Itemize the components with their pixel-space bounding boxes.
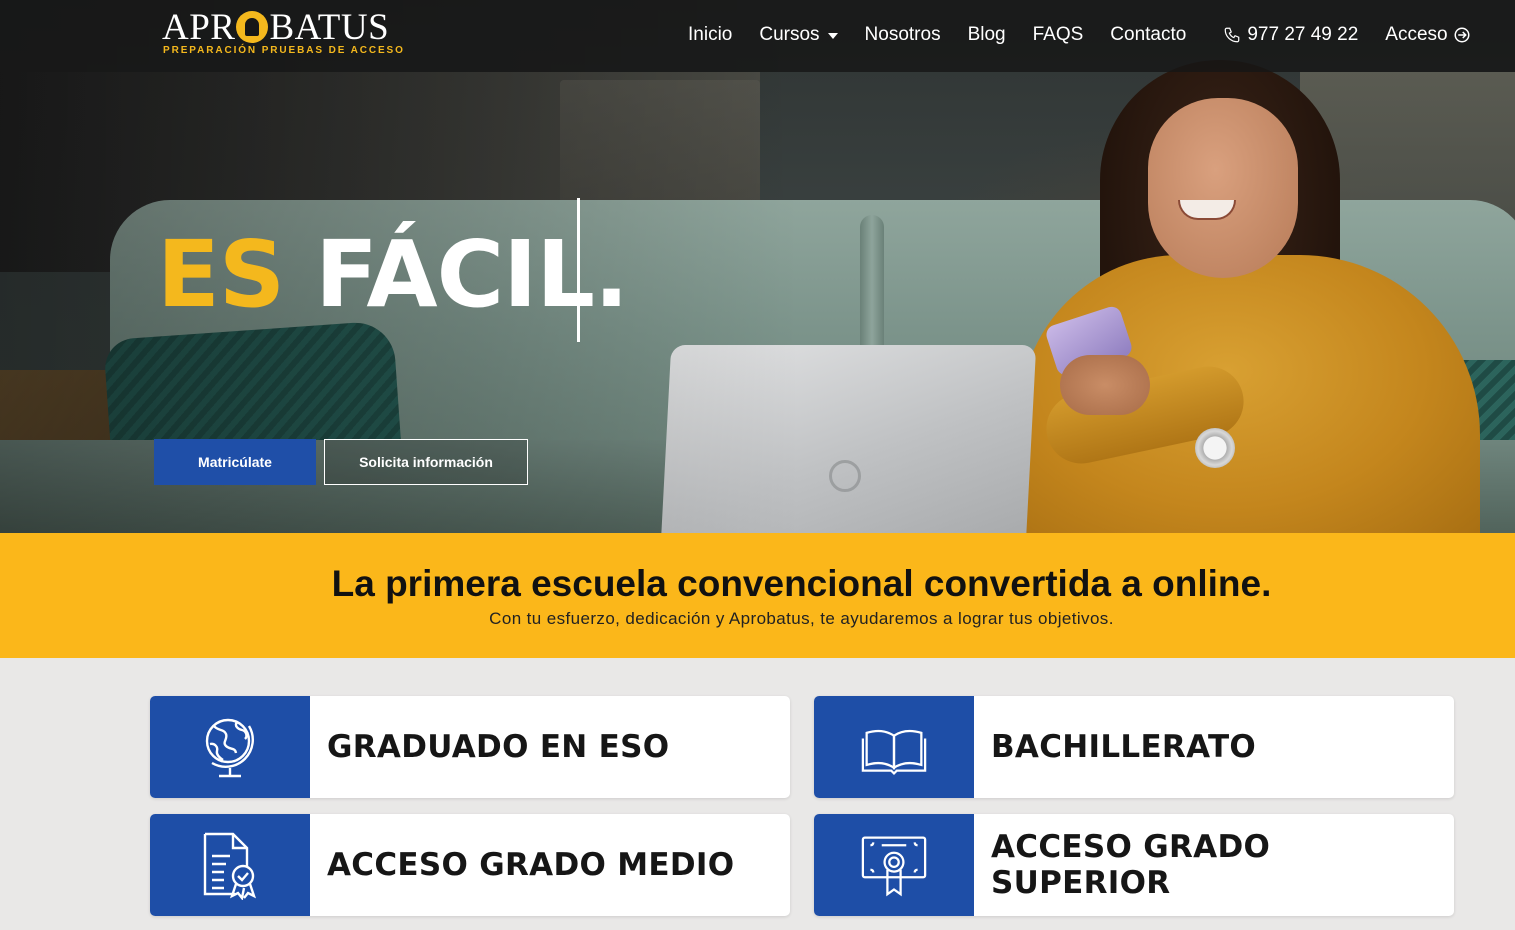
nav-contacto[interactable]: Contacto (1110, 22, 1186, 48)
banner-subtitle: Con tu esfuerzo, dedicación y Aprobatus,… (489, 609, 1114, 628)
typing-cursor (577, 198, 580, 342)
diploma-icon (861, 836, 927, 897)
top-navbar: APR BATUS PREPARACIÓN PRUEBAS DE ACCESO I… (0, 0, 1515, 72)
nav-phone[interactable]: 977 27 49 22 (1223, 22, 1358, 48)
course-card-eso[interactable]: GRADUADO EN ESO (150, 696, 790, 798)
logo-tagline: PREPARACIÓN PRUEBAS DE ACCESO (163, 45, 405, 56)
card-icon-box (150, 696, 310, 798)
hero-headline-accent: ES (157, 221, 285, 328)
globe-icon (205, 718, 254, 778)
logo-wordmark: APR BATUS (162, 7, 390, 48)
login-icon (1454, 27, 1470, 43)
aprobatus-logo[interactable]: APR BATUS PREPARACIÓN PRUEBAS DE ACCESO (162, 7, 405, 60)
phone-icon (1224, 27, 1240, 43)
nav-inicio[interactable]: Inicio (688, 22, 732, 48)
course-card-grado-superior[interactable]: ACCESO GRADO SUPERIOR (814, 814, 1454, 916)
course-title: BACHILLERATO (991, 729, 1257, 765)
nav-faqs[interactable]: FAQS (1033, 22, 1084, 48)
request-info-button[interactable]: Solicita información (324, 439, 528, 485)
course-title: GRADUADO EN ESO (327, 729, 670, 765)
nav-blog[interactable]: Blog (968, 22, 1006, 48)
banner-title: La primera escuela convencional converti… (331, 563, 1272, 604)
course-title: ACCESO GRADO SUPERIOR (991, 829, 1271, 901)
hero-headline-rest: FÁCIL. (315, 221, 629, 328)
enroll-button[interactable]: Matricúlate (154, 439, 316, 485)
card-icon-box (814, 696, 974, 798)
course-card-bachillerato[interactable]: BACHILLERATO (814, 696, 1454, 798)
card-icon-box (150, 814, 310, 916)
nav-acceso[interactable]: Acceso (1385, 22, 1470, 48)
phone-number: 977 27 49 22 (1247, 24, 1359, 45)
main-nav: Inicio Cursos Nosotros Blog FAQS Contact… (688, 22, 1471, 48)
nav-cursos-label: Cursos (759, 24, 820, 45)
book-icon (861, 729, 927, 776)
course-card-grado-medio[interactable]: ACCESO GRADO MEDIO (150, 814, 790, 916)
intro-banner: La primera escuela convencional converti… (0, 533, 1515, 658)
chevron-down-icon (827, 33, 838, 39)
hero-headline: ES FÁCIL. (157, 225, 629, 325)
nav-cursos[interactable]: Cursos (759, 22, 838, 48)
card-icon-box (814, 814, 974, 916)
login-label: Acceso (1385, 24, 1448, 45)
certificate-document-icon (203, 832, 257, 900)
hero-actions: Matricúlate Solicita información (154, 439, 528, 485)
logo-emblem-icon (236, 11, 269, 43)
nav-nosotros[interactable]: Nosotros (865, 22, 941, 48)
course-title: ACCESO GRADO MEDIO (327, 847, 735, 883)
